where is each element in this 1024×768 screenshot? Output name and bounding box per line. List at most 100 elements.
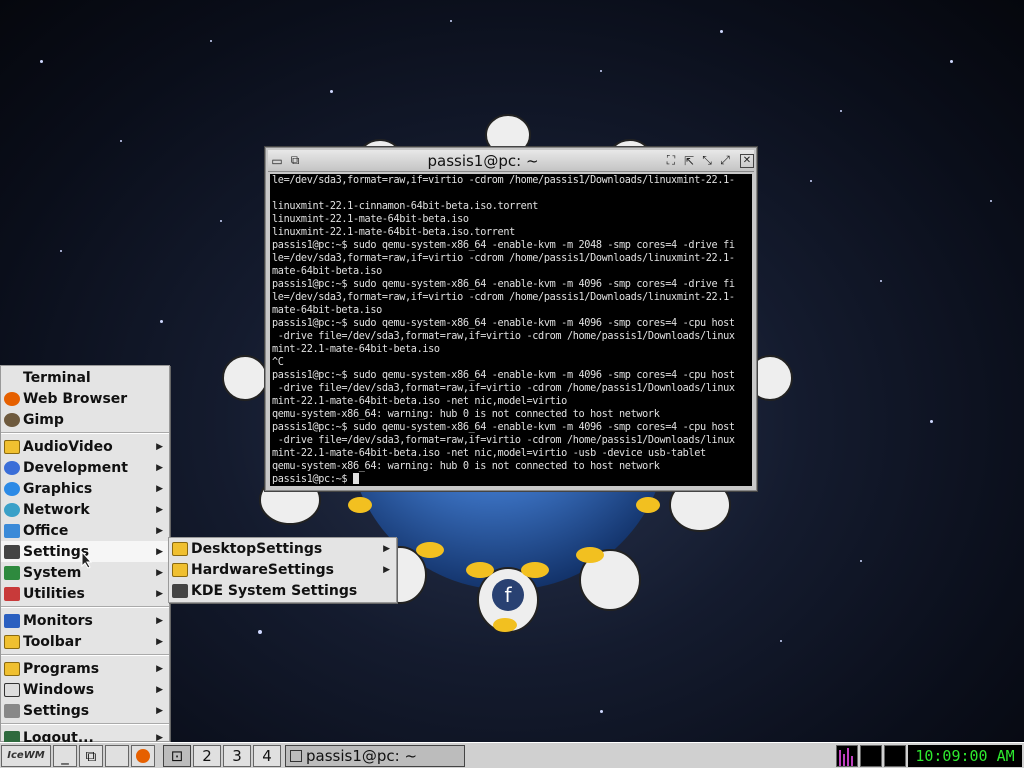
fullscreen-icon[interactable]: ⛶ <box>662 152 680 170</box>
terminal-line: -drive file=/dev/sda3,format=raw,if=virt… <box>272 331 735 342</box>
workspace-1[interactable]: ⊡ <box>163 744 191 767</box>
menu-item-terminal[interactable]: Terminal <box>1 367 169 388</box>
submenu-arrow-icon: ▶ <box>156 441 163 452</box>
submenu-arrow-icon: ▶ <box>156 636 163 647</box>
terminal-prompt-line[interactable]: passis1@pc:~$ <box>272 473 750 486</box>
terminal-line: qemu-system-x86_64: warning: hub 0 is no… <box>272 461 660 472</box>
terminal-line: linuxmint-22.1-cinnamon-64bit-beta.iso.t… <box>272 201 539 212</box>
menu-separator <box>1 432 169 434</box>
menu-item-monitors[interactable]: Monitors ▶ <box>1 610 169 631</box>
window-list-button[interactable]: ⧉ <box>79 744 103 767</box>
maximize-icon[interactable]: ⤢ <box>716 152 734 170</box>
menu-item-web-browser[interactable]: Web Browser <box>1 388 169 409</box>
submenu-item-kde-system-settings[interactable]: KDE System Settings <box>169 580 396 601</box>
terminal-line: passis1@pc:~$ sudo qemu-system-x86_64 -e… <box>272 279 735 290</box>
terminal-window[interactable]: ▭ ⧉ passis1@pc: ~ ⛶ ⇱ ⤡ ⤢ ✕ le=/dev/sda3… <box>265 147 757 491</box>
workspace-3[interactable]: 3 <box>223 744 251 767</box>
submenu-arrow-icon: ▶ <box>156 684 163 695</box>
menu-item-wm-settings[interactable]: Settings ▶ <box>1 700 169 721</box>
workspace-4[interactable]: 4 <box>253 744 281 767</box>
menu-separator <box>1 723 169 725</box>
task-button-terminal[interactable]: passis1@pc: ~ <box>285 744 465 767</box>
folder-icon <box>172 562 188 577</box>
windows-icon <box>4 682 20 697</box>
menu-item-programs[interactable]: Programs ▶ <box>1 658 169 679</box>
terminal-line: passis1@pc:~$ sudo qemu-system-x86_64 -e… <box>272 318 735 329</box>
graphics-icon <box>4 481 20 496</box>
maximize-vertical-icon[interactable]: ⇱ <box>680 152 698 170</box>
window-menu-icon[interactable]: ▭ <box>268 152 286 170</box>
submenu-arrow-icon: ▶ <box>156 525 163 536</box>
quicklaunch-firefox[interactable] <box>131 744 155 767</box>
minimize-all-icon: _ <box>61 746 69 765</box>
menu-item-audiovideo[interactable]: AudioVideo ▶ <box>1 436 169 457</box>
mouse-pointer-icon <box>81 551 93 569</box>
submenu-item-desktopsettings[interactable]: DesktopSettings ▶ <box>169 538 396 559</box>
terminal-line: qemu-system-x86_64: warning: hub 0 is no… <box>272 409 660 420</box>
close-icon[interactable]: ✕ <box>740 153 754 168</box>
submenu-arrow-icon: ▶ <box>156 546 163 557</box>
terminal-icon <box>4 371 20 385</box>
mail-monitor <box>884 745 906 767</box>
settings-submenu[interactable]: DesktopSettings ▶ HardwareSettings ▶ KDE… <box>168 537 397 603</box>
terminal-line: passis1@pc:~$ sudo qemu-system-x86_64 -e… <box>272 370 735 381</box>
minimize-icon[interactable]: ⤡ <box>698 152 716 170</box>
menu-item-graphics[interactable]: Graphics ▶ <box>1 478 169 499</box>
start-button[interactable]: IceWM <box>1 744 51 767</box>
monitor-icon <box>4 613 20 628</box>
submenu-arrow-icon: ▶ <box>156 705 163 716</box>
terminal-line: mint-22.1-mate-64bit-beta.iso <box>272 344 440 355</box>
firefox-icon <box>4 391 20 406</box>
submenu-arrow-icon: ▶ <box>383 543 390 554</box>
terminal-line: mint-22.1-mate-64bit-beta.iso -net nic,m… <box>272 396 567 407</box>
gimp-icon <box>4 412 20 427</box>
submenu-item-hardwaresettings[interactable]: HardwareSettings ▶ <box>169 559 396 580</box>
terminal-line: le=/dev/sda3,format=raw,if=virtio -cdrom… <box>272 175 735 186</box>
folder-icon <box>4 439 20 454</box>
taskbar: IceWM _ ⧉ ⊡ 2 3 4 passis1@pc: ~ 10:09:00… <box>0 742 1024 768</box>
submenu-arrow-icon: ▶ <box>156 588 163 599</box>
submenu-arrow-icon: ▶ <box>156 567 163 578</box>
clock[interactable]: 10:09:00 AM <box>908 745 1022 767</box>
terminal-line: le=/dev/sda3,format=raw,if=virtio -cdrom… <box>272 292 735 303</box>
window-title: passis1@pc: ~ <box>427 151 539 170</box>
terminal-titlebar[interactable]: ▭ ⧉ passis1@pc: ~ ⛶ ⇱ ⤡ ⤢ ✕ <box>268 150 754 172</box>
menu-item-network[interactable]: Network ▶ <box>1 499 169 520</box>
menu-separator <box>1 654 169 656</box>
submenu-arrow-icon: ▶ <box>156 615 163 626</box>
show-desktop-button[interactable]: _ <box>53 744 77 767</box>
submenu-arrow-icon: ▶ <box>156 483 163 494</box>
icewm-logo-icon: IceWM <box>7 750 45 761</box>
window-list-icon: ⧉ <box>85 746 97 765</box>
network-monitor <box>860 745 882 767</box>
menu-item-windows[interactable]: Windows ▶ <box>1 679 169 700</box>
submenu-arrow-icon: ▶ <box>156 462 163 473</box>
quicklaunch-blank[interactable] <box>105 744 129 767</box>
svg-text:f: f <box>504 583 512 607</box>
terminal-line: linuxmint-22.1-mate-64bit-beta.iso.torre… <box>272 227 515 238</box>
development-icon <box>4 460 20 475</box>
workspace-indicator-icon: ⊡ <box>170 746 184 765</box>
settings-icon <box>4 544 20 559</box>
terminal-output[interactable]: le=/dev/sda3,format=raw,if=virtio -cdrom… <box>270 174 752 486</box>
menu-item-utilities[interactable]: Utilities ▶ <box>1 583 169 604</box>
terminal-line: mate-64bit-beta.iso <box>272 305 382 316</box>
terminal-line: le=/dev/sda3,format=raw,if=virtio -cdrom… <box>272 253 735 264</box>
firefox-icon <box>136 748 150 763</box>
workspace-2[interactable]: 2 <box>193 744 221 767</box>
terminal-line: -drive file=/dev/sda3,format=raw,if=virt… <box>272 383 735 394</box>
menu-item-toolbar[interactable]: Toolbar ▶ <box>1 631 169 652</box>
menu-item-gimp[interactable]: Gimp <box>1 409 169 430</box>
wrench-icon <box>4 703 20 718</box>
terminal-line: mint-22.1-mate-64bit-beta.iso -net nic,m… <box>272 448 706 459</box>
menu-item-office[interactable]: Office ▶ <box>1 520 169 541</box>
restore-icon[interactable]: ⧉ <box>286 152 304 170</box>
menu-item-development[interactable]: Development ▶ <box>1 457 169 478</box>
submenu-arrow-icon: ▶ <box>383 564 390 575</box>
terminal-line: -drive file=/dev/sda3,format=raw,if=virt… <box>272 435 735 446</box>
terminal-line: linuxmint-22.1-mate-64bit-beta.iso <box>272 214 469 225</box>
submenu-arrow-icon: ▶ <box>156 732 163 743</box>
menu-separator <box>1 606 169 608</box>
cpu-monitor <box>836 745 858 767</box>
folder-icon <box>172 541 188 556</box>
